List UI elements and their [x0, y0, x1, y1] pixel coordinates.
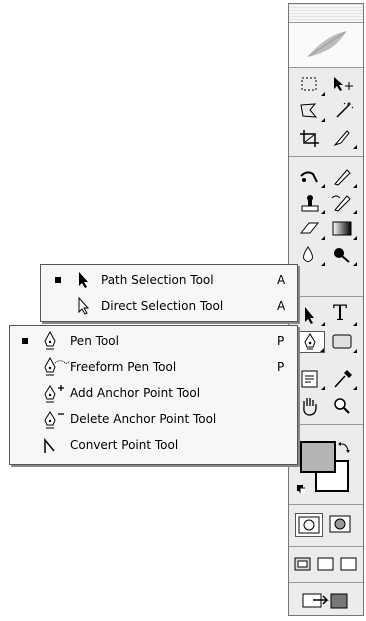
menu-item-label: Path Selection Tool — [101, 273, 214, 287]
add-anchor-icon — [44, 385, 64, 403]
crop-tool-icon[interactable] — [295, 127, 325, 149]
selected-bullet-icon — [22, 338, 28, 344]
pen-icon — [44, 331, 56, 350]
foreground-color-swatch[interactable] — [300, 441, 336, 473]
swap-colors-icon[interactable] — [337, 441, 351, 455]
menu-item-label: Freeform Pen Tool — [70, 360, 177, 374]
marquee-tool-icon[interactable] — [295, 74, 325, 96]
standard-mode-icon[interactable] — [295, 513, 323, 537]
blur-tool-icon[interactable] — [295, 244, 325, 266]
menu-item-direct-selection-tool[interactable]: Direct Selection Tool A — [41, 293, 297, 319]
pen-tool-flyout-menu: Pen Tool P Freeform Pen Tool P Add Ancho… — [9, 325, 298, 465]
menu-item-label: Add Anchor Point Tool — [70, 386, 201, 400]
lasso-tool-icon[interactable] — [295, 100, 325, 122]
menu-item-add-anchor-point-tool[interactable]: Add Anchor Point Tool — [10, 380, 297, 406]
history-brush-tool-icon[interactable] — [327, 192, 357, 214]
delete-anchor-icon — [44, 411, 64, 429]
path-selection-tool-icon[interactable] — [295, 304, 325, 326]
menu-item-shortcut: A — [277, 273, 286, 287]
full-screen-mode-icon[interactable] — [338, 553, 360, 575]
palette-title-bar[interactable] — [289, 4, 363, 23]
menu-item-freeform-pen-tool[interactable]: Freeform Pen Tool P — [10, 354, 297, 380]
healing-brush-tool-icon[interactable] — [295, 166, 325, 188]
selected-bullet-icon — [55, 277, 61, 283]
menu-item-label: Pen Tool — [70, 334, 119, 348]
brush-tool-icon[interactable] — [327, 166, 357, 188]
convert-point-icon — [44, 437, 55, 453]
menu-item-delete-anchor-point-tool[interactable]: Delete Anchor Point Tool — [10, 406, 297, 432]
eraser-tool-icon[interactable] — [295, 218, 325, 240]
arrow-white-icon — [78, 296, 90, 315]
type-tool-icon[interactable]: T — [327, 301, 357, 326]
gradient-tool-icon[interactable] — [327, 218, 357, 240]
notes-tool-icon[interactable] — [295, 368, 325, 390]
menu-item-label: Direct Selection Tool — [101, 299, 224, 313]
hand-tool-icon[interactable] — [295, 395, 325, 417]
default-colors-icon[interactable] — [297, 485, 305, 493]
slice-tool-icon[interactable] — [327, 127, 357, 149]
menu-item-path-selection-tool[interactable]: Path Selection Tool A — [41, 267, 297, 293]
type-tool-glyph: T — [333, 301, 348, 325]
menu-item-pen-tool[interactable]: Pen Tool P — [10, 328, 297, 354]
freeform-pen-icon — [44, 357, 70, 376]
menu-item-shortcut: A — [277, 299, 286, 313]
standard-screen-mode-icon[interactable] — [292, 553, 314, 575]
tool-palette: T — [288, 3, 364, 616]
jump-to-imageready-icon[interactable] — [299, 589, 355, 613]
feather-logo[interactable] — [289, 23, 363, 68]
eyedropper-tool-icon[interactable] — [327, 368, 357, 390]
move-tool-icon[interactable] — [327, 74, 357, 96]
zoom-tool-icon[interactable] — [327, 395, 357, 417]
clone-stamp-tool-icon[interactable] — [295, 192, 325, 214]
menu-item-convert-point-tool[interactable]: Convert Point Tool — [10, 432, 297, 458]
menu-item-shortcut: P — [277, 334, 285, 348]
path-selection-flyout-menu: Path Selection Tool A Direct Selection T… — [40, 264, 298, 322]
magic-wand-tool-icon[interactable] — [327, 100, 357, 122]
full-screen-menu-mode-icon[interactable] — [315, 553, 337, 575]
menu-item-shortcut: P — [277, 360, 285, 374]
pen-tool-icon[interactable] — [295, 331, 325, 353]
menu-item-label: Delete Anchor Point Tool — [70, 412, 217, 426]
quick-mask-mode-icon[interactable] — [327, 513, 355, 537]
menu-item-label: Convert Point Tool — [70, 438, 179, 452]
dodge-tool-icon[interactable] — [327, 244, 357, 266]
arrow-black-icon — [79, 272, 88, 288]
rectangle-shape-tool-icon[interactable] — [327, 331, 357, 353]
